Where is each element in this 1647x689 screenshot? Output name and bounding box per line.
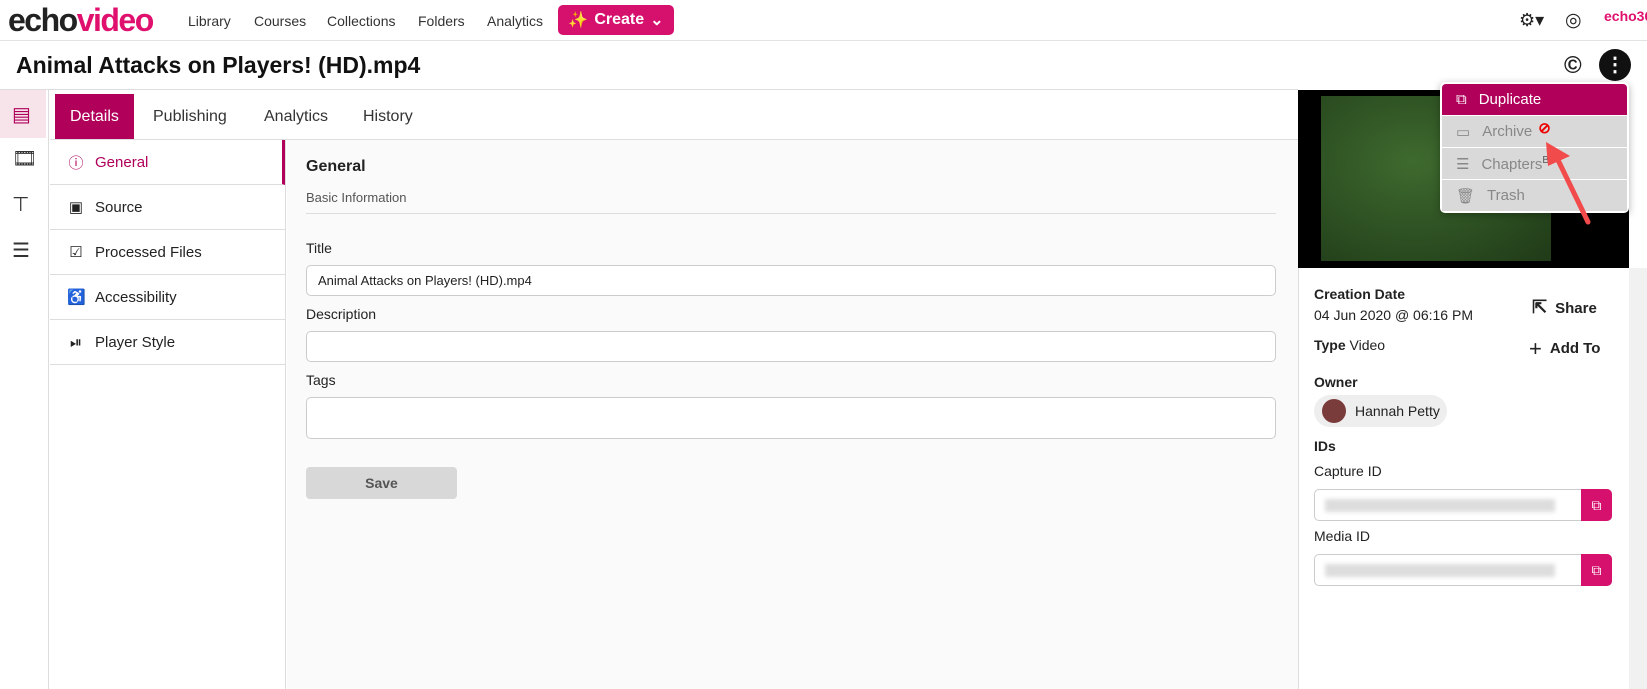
ids-label: IDs bbox=[1314, 438, 1336, 454]
subnav-player-style[interactable]: ⏯ Player Style bbox=[50, 320, 285, 365]
general-form: General Basic Information Title Animal A… bbox=[287, 140, 1298, 689]
copy-media-id-button[interactable]: ⧉ bbox=[1581, 554, 1612, 586]
owner-label: Owner bbox=[1314, 374, 1358, 390]
redacted-id bbox=[1325, 499, 1555, 512]
subnav-general[interactable]: ⓘ General bbox=[50, 140, 285, 185]
gear-icon[interactable]: ⚙▾ bbox=[1519, 10, 1544, 31]
avatar bbox=[1322, 399, 1346, 423]
user-icon[interactable]: ◎ bbox=[1565, 9, 1582, 32]
nav-folders[interactable]: Folders bbox=[418, 13, 465, 29]
nav-collections[interactable]: Collections bbox=[327, 13, 395, 29]
tab-details[interactable]: Details bbox=[55, 94, 134, 139]
nav-library[interactable]: Library bbox=[188, 13, 231, 29]
archive-icon: ▭ bbox=[1456, 123, 1471, 141]
subnav-label: General bbox=[95, 153, 149, 171]
logo-echo: echo bbox=[8, 2, 78, 38]
not-allowed-cursor-icon: ⊘ bbox=[1538, 119, 1551, 137]
subnav-accessibility[interactable]: ♿ Accessibility bbox=[50, 275, 285, 320]
copy-icon: ⧉ bbox=[1591, 496, 1602, 513]
copy-icon: ⧉ bbox=[1591, 561, 1602, 578]
subnav-processed-files[interactable]: ☑ Processed Files bbox=[50, 230, 285, 275]
share-button[interactable]: ⇱ Share bbox=[1532, 297, 1597, 318]
creation-date-label: Creation Date bbox=[1314, 286, 1406, 302]
details-icon[interactable]: ▤ bbox=[12, 102, 31, 127]
film-icon[interactable]: 🎞 bbox=[12, 146, 37, 171]
save-button[interactable]: Save bbox=[306, 467, 457, 499]
nav-courses[interactable]: Courses bbox=[254, 13, 306, 29]
owner-chip[interactable]: Hannah Petty bbox=[1314, 395, 1447, 427]
redacted-id bbox=[1325, 564, 1555, 577]
scrollbar[interactable] bbox=[1629, 268, 1647, 689]
subnav-label: Source bbox=[95, 198, 143, 216]
chevron-down-icon: ⌄ bbox=[650, 12, 664, 29]
tab-analytics[interactable]: Analytics bbox=[249, 94, 343, 139]
description-label: Description bbox=[306, 306, 377, 322]
media-id-field[interactable]: ⧉ bbox=[1314, 554, 1612, 586]
subnav-label: Player Style bbox=[95, 333, 176, 351]
subnav-source[interactable]: ▣ Source bbox=[50, 185, 285, 230]
echovideo-logo[interactable]: echovideo bbox=[8, 2, 155, 39]
logo-video: video bbox=[76, 2, 155, 38]
capture-id-label: Capture ID bbox=[1314, 463, 1382, 479]
menu-duplicate[interactable]: ⧉ Duplicate bbox=[1442, 84, 1627, 115]
icon-rail: ▤ 🎞 ⊤ ☰ bbox=[0, 90, 49, 689]
type-label: Type bbox=[1314, 337, 1346, 353]
chapters-icon: ☰ bbox=[1456, 155, 1470, 173]
echo360-logo: echo360 bbox=[1604, 8, 1647, 24]
play-pause-icon: ⏯ bbox=[69, 333, 82, 351]
capture-id-field[interactable]: ⧉ bbox=[1314, 489, 1612, 521]
copy-capture-id-button[interactable]: ⧉ bbox=[1581, 489, 1612, 521]
annotation-arrow bbox=[1546, 142, 1591, 225]
copyright-icon[interactable]: © bbox=[1564, 52, 1582, 80]
add-to-button[interactable]: + Add To bbox=[1529, 336, 1600, 362]
accessibility-icon: ♿ bbox=[67, 289, 86, 306]
create-button[interactable]: ✨ Create ⌄ bbox=[558, 5, 674, 35]
tags-input[interactable] bbox=[306, 397, 1276, 439]
transcript-icon[interactable]: ⊤ bbox=[12, 192, 29, 217]
tab-history[interactable]: History bbox=[348, 94, 428, 139]
chapters-list-icon[interactable]: ☰ bbox=[12, 238, 30, 263]
divider bbox=[0, 89, 1298, 90]
menu-label: Chapters bbox=[1481, 155, 1543, 173]
owner-name: Hannah Petty bbox=[1355, 403, 1440, 419]
subnav-label: Accessibility bbox=[95, 288, 177, 306]
share-label: Share bbox=[1555, 300, 1597, 317]
menu-label: Archive bbox=[1482, 123, 1533, 140]
menu-label: Duplicate bbox=[1478, 91, 1542, 108]
plus-icon: + bbox=[1529, 336, 1542, 361]
media-id-label: Media ID bbox=[1314, 528, 1371, 544]
details-subnav: ⓘ General ▣ Source ☑ Processed Files ♿ Acces… bbox=[50, 140, 286, 689]
add-to-label: Add To bbox=[1549, 340, 1601, 357]
create-label: Create bbox=[594, 11, 645, 28]
menu-label: Trash bbox=[1487, 187, 1525, 204]
more-options-button[interactable]: ⋮ bbox=[1599, 49, 1631, 81]
info-icon: ⓘ bbox=[68, 154, 84, 172]
nav-analytics[interactable]: Analytics bbox=[487, 13, 543, 29]
section-subheading: Basic Information bbox=[306, 190, 407, 205]
tab-publishing[interactable]: Publishing bbox=[138, 94, 242, 139]
section-heading: General bbox=[306, 158, 366, 175]
tags-label: Tags bbox=[306, 372, 336, 388]
share-icon: ⇱ bbox=[1532, 297, 1548, 317]
title-label: Title bbox=[306, 240, 332, 256]
page-title: Animal Attacks on Players! (HD).mp4 bbox=[16, 52, 421, 78]
top-nav bbox=[0, 0, 1647, 41]
type-value: Video bbox=[1349, 337, 1386, 353]
divider bbox=[306, 213, 1276, 214]
title-input[interactable]: Animal Attacks on Players! (HD).mp4 bbox=[306, 265, 1276, 296]
file-video-icon: ▣ bbox=[68, 199, 84, 216]
file-check-icon: ☑ bbox=[69, 244, 83, 261]
description-input[interactable] bbox=[306, 331, 1276, 362]
duplicate-icon: ⧉ bbox=[1456, 91, 1467, 108]
trash-icon: 🗑 bbox=[1456, 187, 1476, 205]
creation-date-value: 04 Jun 2020 @ 06:16 PM bbox=[1314, 307, 1473, 323]
subnav-label: Processed Files bbox=[95, 243, 202, 261]
magic-wand-icon: ✨ bbox=[568, 12, 589, 29]
more-options-menu: ⧉Duplicate ▭Archive⊘ ☰ChaptersBe 🗑Trash bbox=[1440, 82, 1629, 213]
